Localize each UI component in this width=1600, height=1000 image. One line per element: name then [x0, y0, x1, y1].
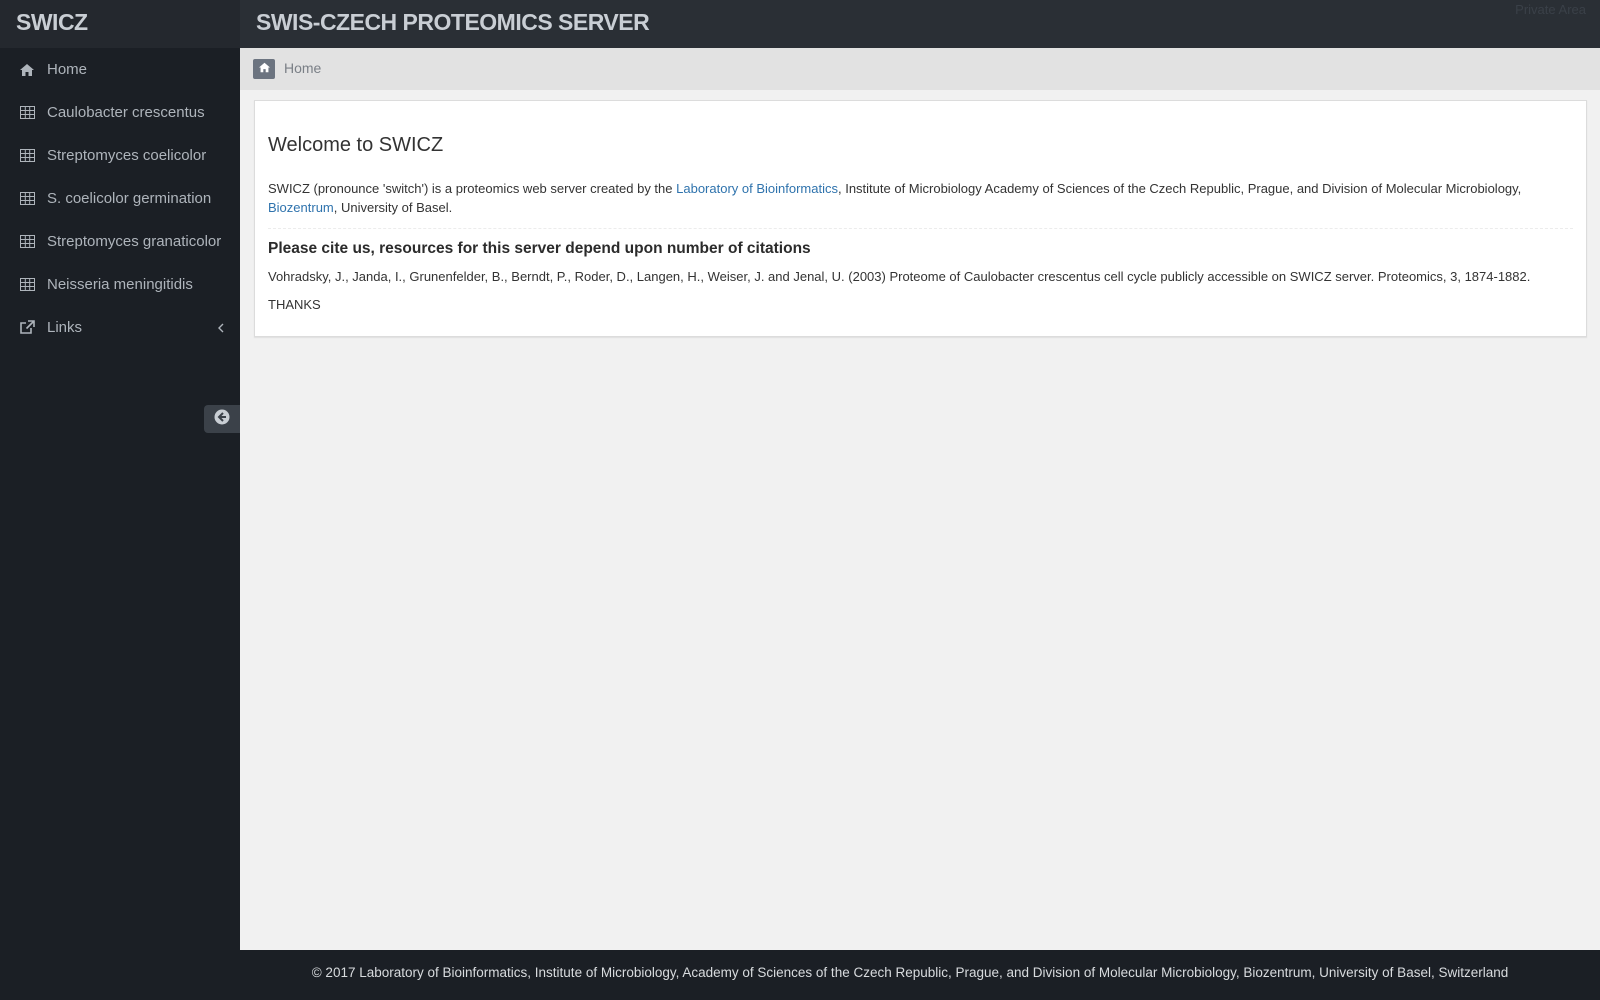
chevron-left-icon [216, 321, 226, 333]
sidebar-item-label: Home [47, 61, 88, 78]
sidebar-item-label: Streptomyces coelicolor [47, 147, 207, 164]
footer: © 2017 Laboratory of Bioinformatics, Ins… [240, 950, 1600, 1000]
breadcrumb: Home [240, 48, 1600, 90]
table-icon [19, 191, 35, 207]
laboratory-of-bioinformatics-link[interactable]: Laboratory of Bioinformatics [676, 181, 838, 196]
private-area-link[interactable]: Private Area [1515, 2, 1586, 17]
home-icon [19, 62, 35, 78]
intro-prefix: SWICZ (pronounce 'switch') is a proteomi… [268, 181, 677, 196]
page-title: Welcome to SWICZ [268, 134, 444, 156]
citation-text: Vohradsky, J., Janda, I., Grunenfelder, … [268, 269, 1531, 284]
top-navbar: SWICZ SWIS-CZECH PROTEOMICS SERVER Priva… [0, 0, 1600, 48]
external-link-icon [19, 320, 35, 336]
brand-area: SWICZ [0, 0, 240, 48]
sidebar-item-links[interactable]: Links [0, 306, 240, 349]
sidebar-item-s-coelicolor-germination[interactable]: S. coelicolor germination [0, 177, 240, 220]
cite-heading: Please cite us, resources for this serve… [268, 240, 811, 257]
section-divider [268, 228, 1573, 229]
sidebar-item-streptomyces-coelicolor[interactable]: Streptomyces coelicolor [0, 134, 240, 177]
biozentrum-link[interactable]: Biozentrum [268, 200, 334, 215]
sidebar: Home Caulobacter crescentus Streptomyces… [0, 48, 240, 1000]
footer-copyright: © 2017 Laboratory of Bioinformatics, Ins… [311, 965, 1509, 980]
table-icon [19, 105, 35, 121]
table-icon [19, 234, 35, 250]
sidebar-item-label: S. coelicolor germination [47, 190, 212, 207]
sidebar-item-home[interactable]: Home [0, 48, 240, 91]
sidebar-item-label: Caulobacter crescentus [47, 104, 205, 121]
sidebar-item-label: Streptomyces granaticolor [47, 233, 222, 250]
main-content-panel: Welcome to SWICZ SWICZ (pronounce 'switc… [254, 100, 1587, 337]
intro-suffix: , University of Basel. [333, 200, 453, 215]
thanks-text: THANKS [268, 297, 321, 312]
brand-logo-text[interactable]: SWICZ [16, 9, 88, 36]
arrow-circle-left-icon [214, 409, 230, 430]
breadcrumb-current: Home [284, 60, 322, 76]
intro-middle: , Institute of Microbiology Academy of S… [837, 181, 1522, 196]
home-icon [258, 60, 271, 78]
sidebar-item-neisseria-meningitidis[interactable]: Neisseria meningitidis [0, 263, 240, 306]
sidebar-item-label: Links [47, 319, 83, 336]
sidebar-item-label: Neisseria meningitidis [47, 276, 193, 293]
sidebar-item-streptomyces-granaticolor[interactable]: Streptomyces granaticolor [0, 220, 240, 263]
breadcrumb-home-button[interactable] [253, 59, 275, 79]
site-title: SWIS-CZECH PROTEOMICS SERVER [256, 9, 650, 35]
table-icon [19, 277, 35, 293]
sidebar-collapse-button[interactable] [204, 405, 240, 433]
table-icon [19, 148, 35, 164]
sidebar-item-caulobacter-crescentus[interactable]: Caulobacter crescentus [0, 91, 240, 134]
intro-paragraph: SWICZ (pronounce 'switch') is a proteomi… [268, 179, 1568, 217]
